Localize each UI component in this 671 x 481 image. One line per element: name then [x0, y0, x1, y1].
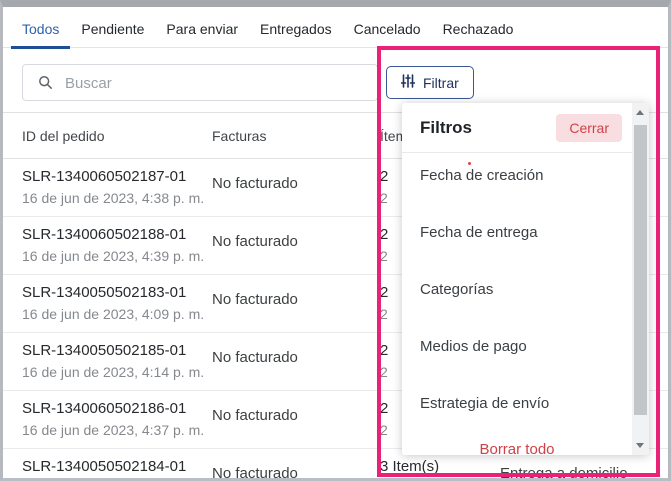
- order-id: SLR-1340050502183-01: [22, 284, 212, 301]
- order-id: SLR-1340060502188-01: [22, 226, 212, 243]
- order-id: SLR-1340050502185-01: [22, 342, 212, 359]
- panel-scrollbar[interactable]: [632, 103, 649, 455]
- search-box: [22, 64, 378, 101]
- order-date: 16 de jun de 2023, 4:38 p. m.: [22, 190, 212, 206]
- clear-all-link[interactable]: Borrar todo: [402, 441, 632, 458]
- order-id: SLR-1340060502186-01: [22, 400, 212, 417]
- filter-item-categorías[interactable]: Categorías: [402, 267, 632, 324]
- search-icon: [38, 75, 53, 95]
- order-id: SLR-1340060502187-01: [22, 168, 212, 185]
- filter-panel-header: Filtros Cerrar: [402, 103, 632, 153]
- order-date: 16 de jun de 2023, 4:09 p. m.: [22, 306, 212, 322]
- filter-panel: Filtros Cerrar Fecha de creaciónFecha de…: [402, 103, 649, 455]
- tab-entregados[interactable]: Entregados: [249, 10, 343, 48]
- items-count: 3 Item(s): [380, 458, 500, 475]
- filter-item-estrategia-de-envío[interactable]: Estrategia de envío: [402, 381, 632, 438]
- column-header: ID del pedido: [22, 128, 212, 144]
- tabs: TodosPendientePara enviarEntregadosCance…: [3, 7, 668, 48]
- invoice-status: No facturado: [212, 217, 380, 274]
- filter-panel-content: Filtros Cerrar Fecha de creaciónFecha de…: [402, 103, 632, 458]
- order-id: SLR-1340050502184-01: [22, 458, 212, 475]
- sliders-icon: [401, 74, 415, 91]
- invoice-status: No facturado: [212, 159, 380, 216]
- scrollbar-thumb[interactable]: [634, 125, 647, 415]
- scroll-up-arrow-icon[interactable]: [636, 110, 644, 115]
- order-date: 16 de jun de 2023, 4:39 p. m.: [22, 248, 212, 264]
- tab-rechazado[interactable]: Rechazado: [432, 10, 525, 48]
- filter-item-fecha-de-entrega[interactable]: Fecha de entrega: [402, 210, 632, 267]
- filter-item-fecha-de-creación[interactable]: Fecha de creación: [402, 153, 632, 210]
- filter-button[interactable]: Filtrar: [386, 66, 474, 99]
- tab-pendiente[interactable]: Pendiente: [70, 10, 155, 48]
- filter-item-medios-de-pago[interactable]: Medios de pago: [402, 324, 632, 381]
- order-date: 16 de jun de 2023, 4:37 p. m.: [22, 422, 212, 438]
- close-button[interactable]: Cerrar: [556, 114, 622, 142]
- orders-app: TodosPendientePara enviarEntregadosCance…: [3, 7, 668, 478]
- scroll-down-arrow-icon[interactable]: [636, 443, 644, 448]
- orders-window: TodosPendientePara enviarEntregadosCance…: [0, 0, 671, 481]
- tab-todos[interactable]: Todos: [11, 10, 70, 48]
- invoice-status: No facturado: [212, 449, 380, 481]
- tab-cancelado[interactable]: Cancelado: [343, 10, 432, 48]
- filter-panel-title: Filtros: [420, 118, 472, 138]
- invoice-status: No facturado: [212, 275, 380, 332]
- invoice-status: No facturado: [212, 391, 380, 448]
- filter-items: Fecha de creaciónFecha de entregaCategor…: [402, 153, 632, 438]
- filter-button-label: Filtrar: [423, 75, 459, 91]
- order-date: 16 de jun de 2023, 4:14 p. m.: [22, 364, 212, 380]
- tab-para-enviar[interactable]: Para enviar: [155, 10, 249, 48]
- search-input[interactable]: [63, 65, 367, 102]
- invoice-status: No facturado: [212, 333, 380, 390]
- column-header: Facturas: [212, 128, 380, 144]
